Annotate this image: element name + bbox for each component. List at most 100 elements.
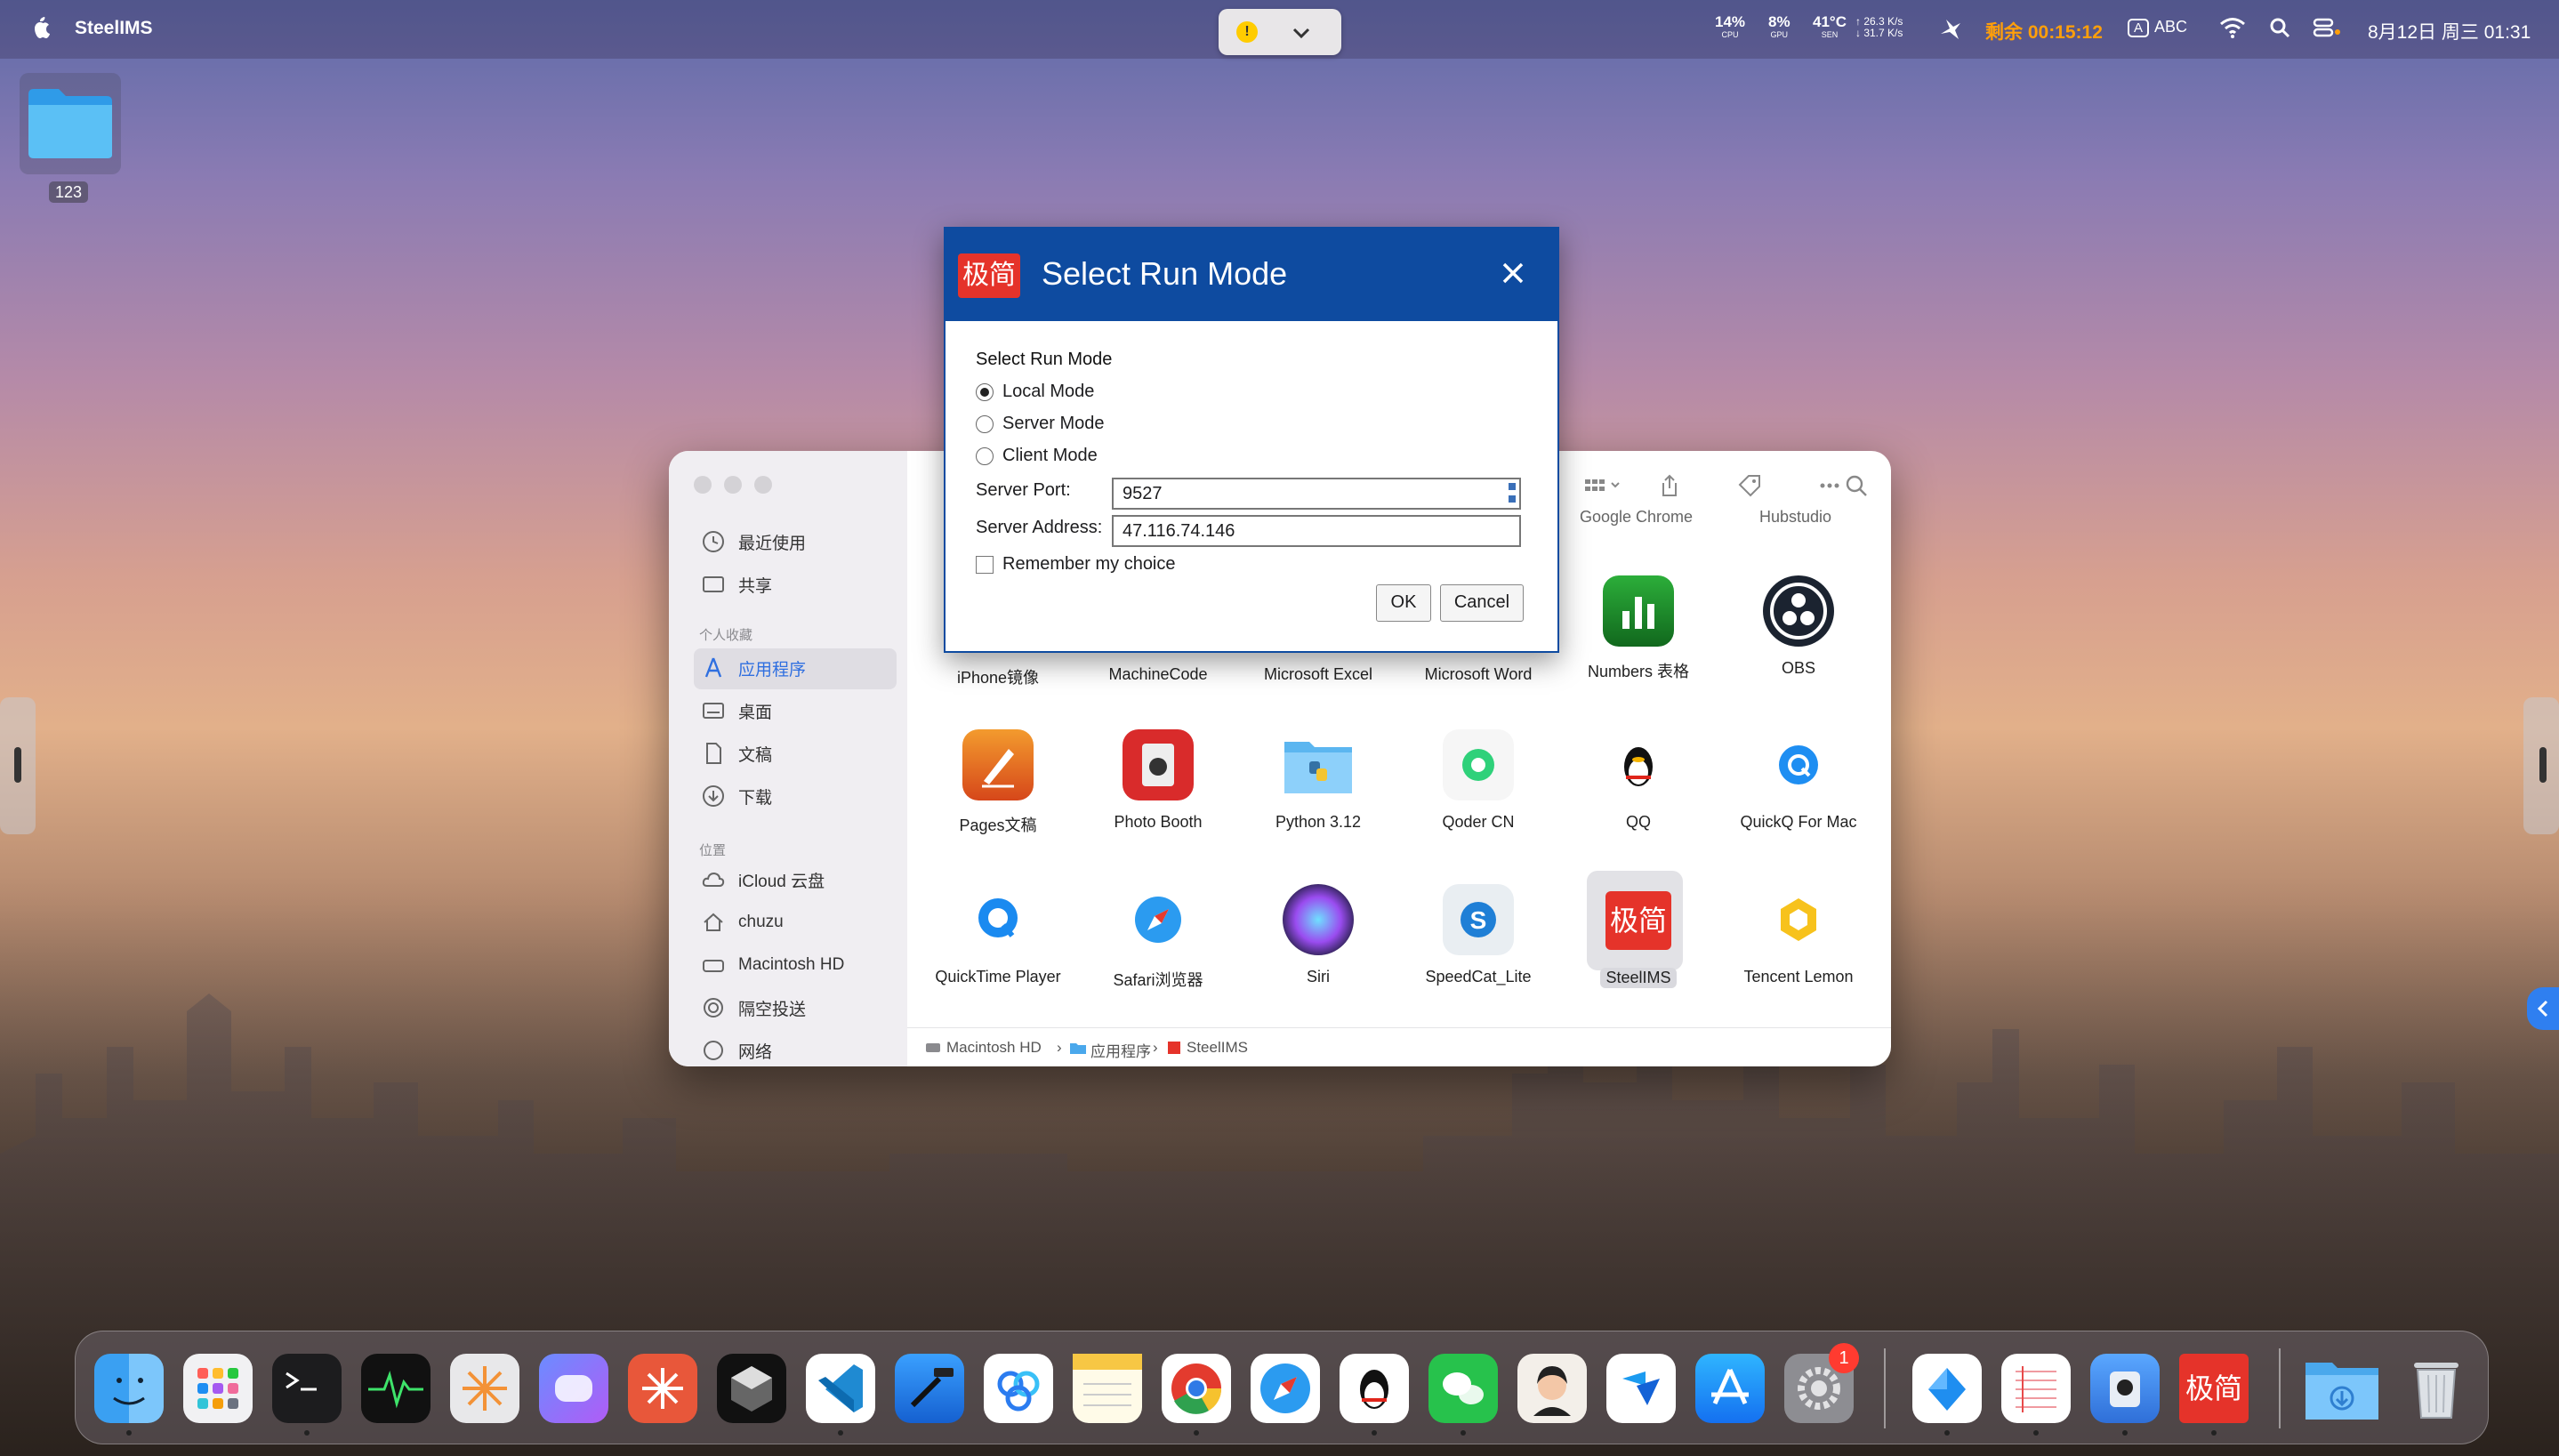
sidebar-item-documents[interactable]: 文稿 <box>701 736 772 771</box>
spotlight-search-icon[interactable] <box>2268 16 2291 39</box>
share-icon[interactable] <box>1656 472 1683 499</box>
radio-button[interactable] <box>976 382 994 401</box>
textedit-icon[interactable] <box>2001 1354 2071 1423</box>
minimize-window-button[interactable] <box>724 476 742 494</box>
sensor-stat[interactable]: 41°C SEN <box>1813 14 1847 41</box>
toolbar-label-chrome[interactable]: Google Chrome <box>1580 508 1693 527</box>
app-item-quickq[interactable]: QuickQ For Mac <box>1718 729 1879 832</box>
search-icon[interactable] <box>1843 472 1870 499</box>
right-edge-handle[interactable] <box>2523 697 2559 834</box>
app-item-quicktime[interactable]: QuickTime Player <box>918 884 1078 986</box>
app-item-python[interactable]: Python 3.12 <box>1238 729 1398 832</box>
wechat-icon[interactable] <box>1428 1354 1498 1423</box>
trash-icon[interactable] <box>2402 1354 2471 1423</box>
sidebar-item-recents[interactable]: 最近使用 <box>701 524 806 559</box>
claude-icon[interactable] <box>628 1354 697 1423</box>
sidebar-item-home[interactable]: chuzu <box>701 905 784 940</box>
app-item-siri[interactable]: Siri <box>1238 884 1398 986</box>
toolbar-label-hubstudio[interactable]: Hubstudio <box>1759 508 1831 527</box>
close-icon[interactable] <box>1497 257 1529 289</box>
left-edge-handle[interactable] <box>0 697 36 834</box>
sidebar-item-desktop[interactable]: 桌面 <box>701 693 772 728</box>
checkbox[interactable] <box>976 555 994 574</box>
cpu-stat[interactable]: 14% CPU <box>1715 14 1745 41</box>
close-window-button[interactable] <box>694 476 712 494</box>
path-applications[interactable]: 应用程序 <box>1090 1039 1151 1061</box>
feishu-icon[interactable] <box>1912 1354 1982 1423</box>
baidu-netdisk-icon[interactable] <box>984 1354 1053 1423</box>
tag-icon[interactable] <box>1736 472 1763 499</box>
sidebar-item-icloud[interactable]: iCloud 云盘 <box>701 862 825 897</box>
activity-monitor-icon[interactable] <box>361 1354 431 1423</box>
active-app-name[interactable]: SteelIMS <box>75 18 153 39</box>
path-steelims[interactable]: SteelIMS <box>1187 1039 1248 1057</box>
xcode-icon[interactable] <box>895 1354 964 1423</box>
view-options-icon[interactable] <box>1583 472 1628 499</box>
terminal-icon[interactable] <box>272 1354 342 1423</box>
app-item[interactable]: Microsoft Excel <box>1238 653 1398 684</box>
app-item[interactable]: MachineCode <box>1078 653 1238 684</box>
launchpad-icon[interactable] <box>183 1354 253 1423</box>
sidebar-item-macintosh-hd[interactable]: Macintosh HD <box>701 947 844 983</box>
app-item-qoder[interactable]: Qoder CN <box>1398 729 1558 832</box>
input-method[interactable]: A ABC <box>2128 18 2187 37</box>
control-center-icon[interactable] <box>2313 16 2343 39</box>
app-item-photo-booth[interactable]: Photo Booth <box>1078 729 1238 832</box>
app-item-numbers[interactable]: Numbers 表格 <box>1558 575 1718 682</box>
vscode-icon[interactable] <box>806 1354 875 1423</box>
app-item-safari[interactable]: Safari浏览器 <box>1078 884 1238 991</box>
app-item-pages[interactable]: Pages文稿 <box>918 729 1078 836</box>
lark-icon[interactable] <box>1606 1354 1676 1423</box>
client-mode-radio[interactable]: Client Mode <box>976 446 1098 466</box>
menu-clock[interactable]: 8月12日 周三 01:31 <box>2368 18 2531 44</box>
finder-icon[interactable] <box>94 1354 164 1423</box>
app-item-qq[interactable]: QQ <box>1558 729 1718 832</box>
network-stat[interactable]: ↑ 26.3 K/s ↓ 31.7 K/s <box>1855 16 1903 39</box>
zoom-window-button[interactable] <box>754 476 772 494</box>
copilot-icon[interactable] <box>539 1354 608 1423</box>
perplexity-icon[interactable] <box>450 1354 519 1423</box>
sidebar-item-shared[interactable]: 共享 <box>701 567 772 602</box>
path-macintosh-hd[interactable]: Macintosh HD <box>946 1039 1042 1057</box>
local-mode-radio[interactable]: Local Mode <box>976 382 1094 402</box>
port-stepper[interactable] <box>1509 483 1516 504</box>
sidebar-item-network[interactable]: 网络 <box>701 1033 772 1066</box>
chrome-icon[interactable] <box>1162 1354 1231 1423</box>
radio-button[interactable] <box>976 446 994 465</box>
server-port-field[interactable]: 9527 <box>1112 478 1521 510</box>
app-item-speedcat[interactable]: S SpeedCat_Lite <box>1398 884 1558 986</box>
server-address-field[interactable]: 47.116.74.146 <box>1112 515 1521 547</box>
sidebar-item-applications[interactable]: 应用程序 <box>701 650 806 686</box>
app-item-obs[interactable]: OBS <box>1718 575 1879 678</box>
desktop-folder-label[interactable]: 123 <box>49 181 88 203</box>
chevron-down-icon[interactable] <box>1290 21 1313 44</box>
app-item[interactable]: iPhone镜像 <box>918 653 1078 688</box>
notes-icon[interactable] <box>1073 1354 1142 1423</box>
remember-choice-checkbox[interactable]: Remember my choice <box>976 554 1176 575</box>
steelims-icon[interactable]: 极简 <box>2179 1354 2249 1423</box>
apple-menu-icon[interactable] <box>30 16 53 41</box>
notification-pill[interactable]: ! <box>1219 9 1341 55</box>
time-remaining[interactable]: 剩余 00:15:12 <box>1985 18 2103 44</box>
bird-icon[interactable] <box>1937 16 1964 43</box>
safari-icon[interactable] <box>1251 1354 1320 1423</box>
app-store-icon[interactable] <box>1695 1354 1765 1423</box>
preview-icon[interactable] <box>2090 1354 2160 1423</box>
sidebar-item-airdrop[interactable]: 隔空投送 <box>701 990 806 1026</box>
cursor-icon[interactable] <box>717 1354 786 1423</box>
gpu-stat[interactable]: 8% GPU <box>1768 14 1790 41</box>
app-item[interactable]: Microsoft Word <box>1398 653 1558 684</box>
qq-icon[interactable] <box>1340 1354 1409 1423</box>
radio-button[interactable] <box>976 414 994 433</box>
avatar-app-icon[interactable] <box>1517 1354 1587 1423</box>
sidebar-item-downloads[interactable]: 下载 <box>701 778 772 814</box>
wifi-icon[interactable] <box>2218 16 2247 39</box>
server-mode-radio[interactable]: Server Mode <box>976 414 1105 434</box>
desktop-folder[interactable] <box>20 73 121 174</box>
app-item-tencent-lemon[interactable]: Tencent Lemon <box>1718 884 1879 986</box>
downloads-folder-icon[interactable] <box>2304 1354 2378 1423</box>
more-options-icon[interactable] <box>1816 472 1843 499</box>
ok-button[interactable]: OK <box>1376 584 1431 622</box>
collapse-panel-button[interactable] <box>2527 987 2559 1030</box>
app-item-steelims[interactable]: 极简 SteelIMS <box>1558 884 1718 988</box>
